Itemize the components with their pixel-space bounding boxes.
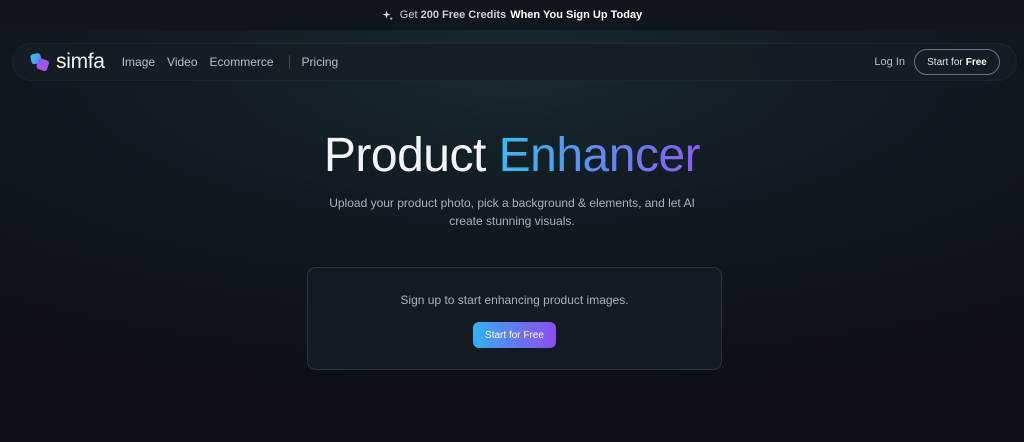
signup-card-text: Sign up to start enhancing product image… [400,293,629,307]
logo[interactable]: simfa [29,50,105,74]
main-navbar: simfa Image Video Ecommerce Pricing Log … [12,43,1017,81]
title-word-product: Product [323,129,486,182]
start-for-free-cta-button[interactable]: Start for Free [473,322,556,348]
hero-subtitle: Upload your product photo, pick a backgr… [329,196,695,228]
nav-actions: Log In Start for Free [874,49,1000,75]
title-word-enhancer: Enhancer [498,129,701,182]
promo-suffix: When You Sign Up Today [510,9,643,21]
start-button-prefix: Start for [927,56,963,68]
start-button-bold: Free [965,56,987,68]
simfa-logo-icon [30,53,50,72]
promo-banner[interactable]: Get 200 Free Credits When You Sign Up Tod… [0,0,1024,30]
nav-link-pricing[interactable]: Pricing [302,55,339,69]
hero-section: Product Enhancer Upload your product pho… [0,124,1024,230]
nav-link-ecommerce[interactable]: Ecommerce [210,55,274,69]
promo-prefix: Get [399,9,418,21]
logo-text: simfa [56,50,105,73]
sparkle-icon [382,9,393,21]
signup-card: Sign up to start enhancing product image… [307,267,722,370]
login-link[interactable]: Log In [874,56,905,68]
promo-credits: 200 Free Credits [420,9,507,21]
page-title: Product Enhancer [0,124,1024,188]
nav-divider [288,55,290,69]
start-for-free-nav-button[interactable]: Start for Free [914,49,1000,75]
nav-link-video[interactable]: Video [167,55,197,69]
nav-link-image[interactable]: Image [122,55,155,69]
nav-links: Image Video Ecommerce Pricing [122,55,351,69]
